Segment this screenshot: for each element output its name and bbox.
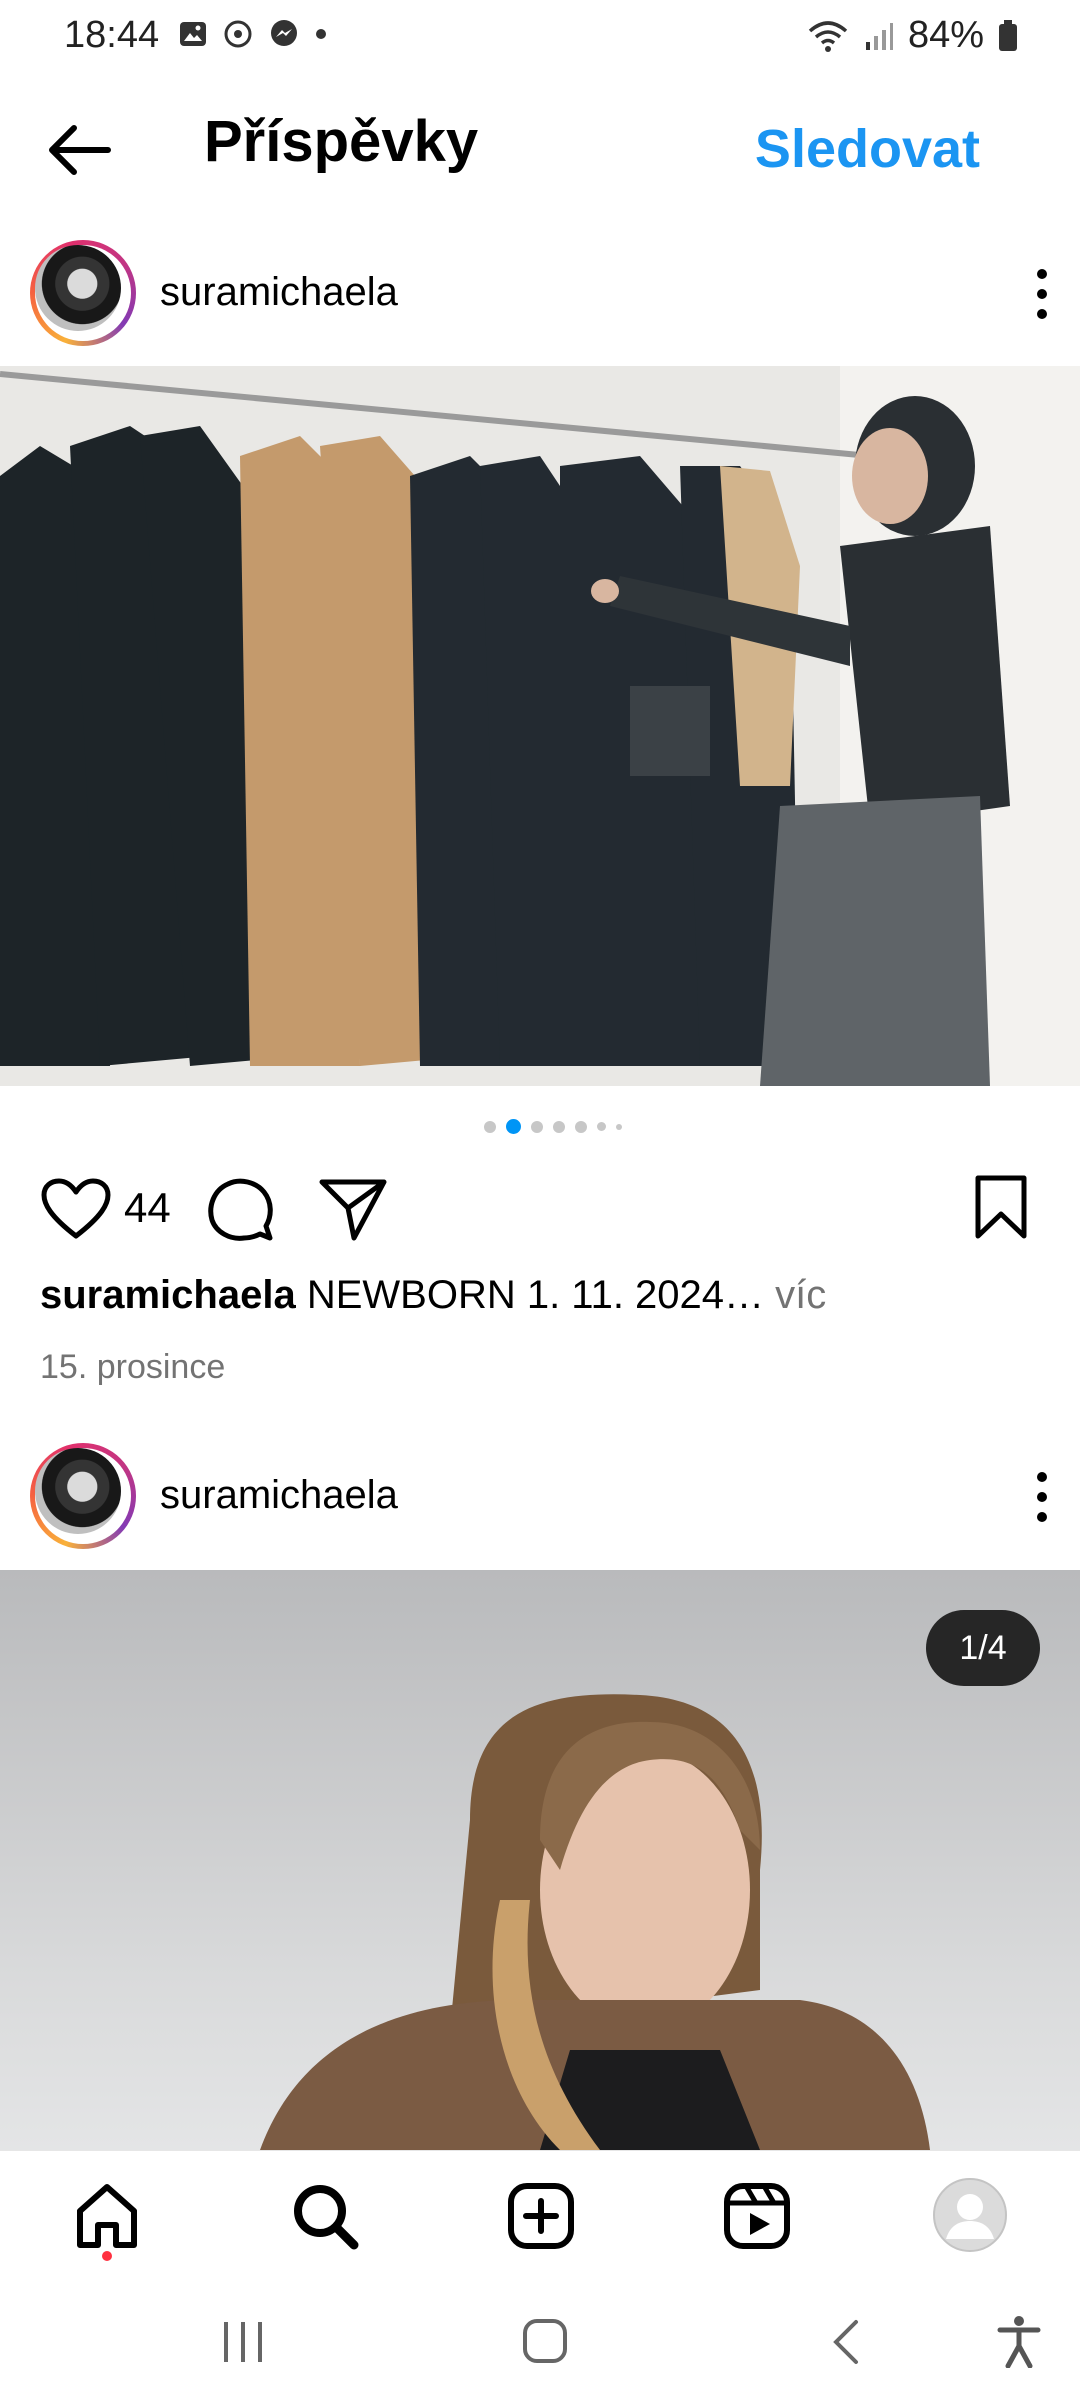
notification-dot: [102, 2251, 112, 2261]
notification-icons: [178, 18, 328, 50]
carousel-dot-active: [506, 1119, 521, 1134]
battery-icon: [999, 19, 1017, 51]
post-image[interactable]: [0, 1570, 1080, 2150]
kebab-icon[interactable]: [1032, 1469, 1052, 1525]
post-header: suramichaela: [0, 240, 1080, 350]
accessibility-icon[interactable]: [996, 2314, 1042, 2368]
kebab-icon[interactable]: [1032, 266, 1052, 322]
system-nav-bar: [0, 2278, 1080, 2408]
back-button-icon[interactable]: [826, 2318, 866, 2366]
plus-square-icon[interactable]: [506, 2181, 576, 2251]
search-icon[interactable]: [290, 2181, 360, 2251]
carousel-dot: [531, 1120, 543, 1133]
bottom-nav: [0, 2150, 1080, 2279]
battery-percent: 84%: [907, 14, 984, 56]
caption-text: NEWBORN 1. 11. 2024…: [306, 1273, 765, 1317]
post-header: suramichaela: [0, 1443, 1080, 1553]
dot-icon: [316, 29, 326, 39]
post-image[interactable]: [0, 366, 1080, 1086]
profile-icon[interactable]: [932, 2177, 1008, 2253]
bookmark-icon[interactable]: [972, 1174, 1030, 1240]
carousel-dot: [616, 1123, 622, 1130]
carousel-indicator: [484, 1119, 622, 1134]
gallery-icon: [180, 22, 206, 46]
carousel-dot: [553, 1120, 565, 1133]
carousel-counter: 1/4: [926, 1610, 1040, 1686]
avatar[interactable]: [30, 1443, 136, 1549]
status-time: 18:44: [64, 14, 160, 56]
carousel-dot: [597, 1122, 606, 1131]
avatar[interactable]: [30, 240, 136, 346]
post-username[interactable]: suramichaela: [160, 270, 398, 315]
sync-icon: [224, 20, 252, 48]
send-icon[interactable]: [318, 1176, 388, 1244]
post-username[interactable]: suramichaela: [160, 1473, 398, 1518]
app-header: Příspěvky Sledovat: [0, 100, 1080, 200]
caption-more-link[interactable]: víc: [775, 1273, 826, 1317]
status-right: 84%: [806, 14, 1018, 57]
status-bar: 18:44 84%: [0, 0, 1080, 72]
page-title: Příspěvky: [204, 109, 479, 174]
like-count[interactable]: 44: [124, 1184, 171, 1232]
reels-icon[interactable]: [722, 2181, 792, 2251]
follow-button[interactable]: Sledovat: [755, 118, 980, 180]
carousel-dot: [575, 1120, 587, 1133]
post-actions: 44: [0, 1168, 1080, 1248]
home-icon[interactable]: [72, 2181, 142, 2251]
post-caption[interactable]: suramichaela NEWBORN 1. 11. 2024… víc: [40, 1273, 826, 1318]
home-button-icon[interactable]: [520, 2316, 570, 2366]
recent-apps-icon[interactable]: [218, 2318, 268, 2366]
heart-icon[interactable]: [40, 1178, 112, 1242]
signal-icon: [865, 22, 893, 50]
carousel-dot: [484, 1120, 496, 1133]
wifi-icon: [808, 20, 848, 52]
comment-icon[interactable]: [206, 1176, 274, 1244]
arrow-left-icon[interactable]: [44, 118, 114, 182]
caption-username[interactable]: suramichaela: [40, 1273, 296, 1317]
post-date: 15. prosince: [40, 1348, 226, 1386]
messenger-icon: [271, 20, 297, 46]
